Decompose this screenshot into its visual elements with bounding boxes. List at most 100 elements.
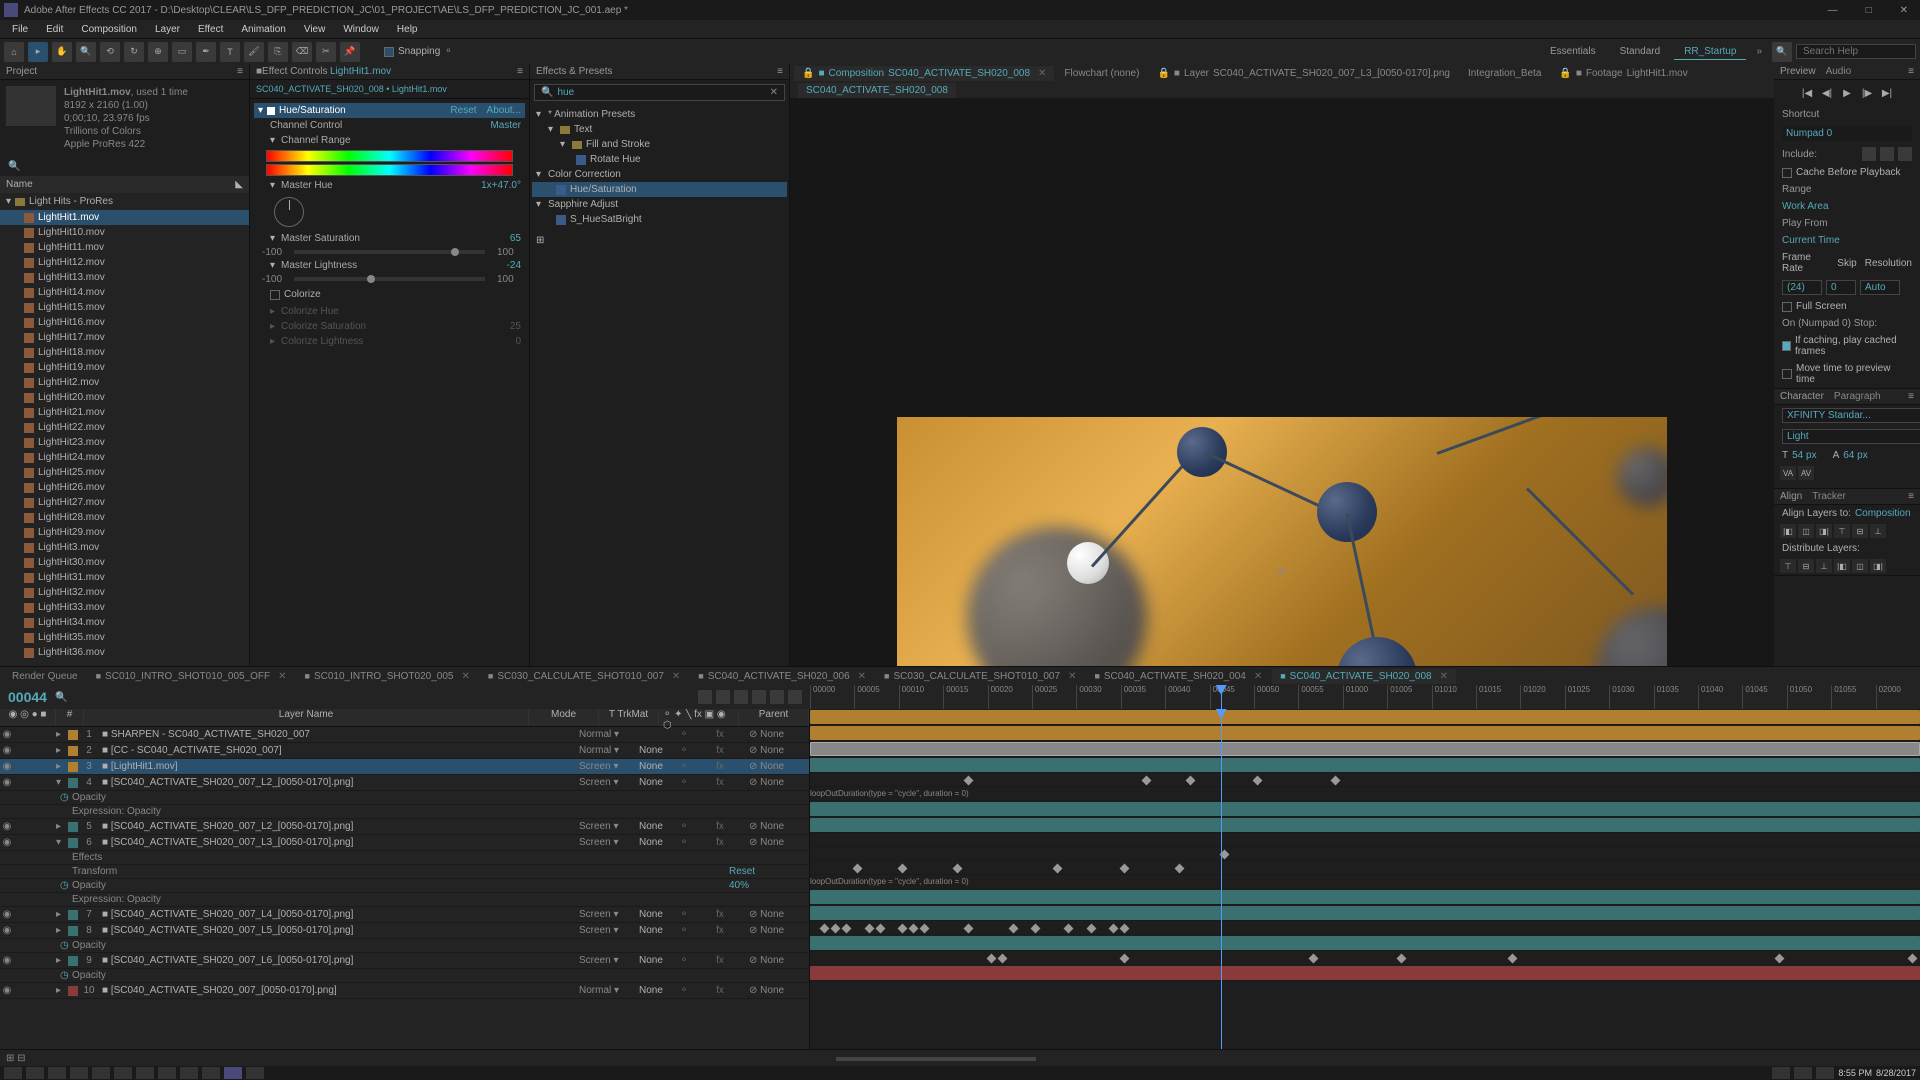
maximize-button[interactable]: □ <box>1858 5 1880 16</box>
blend-mode-dropdown[interactable]: Screen ▾ <box>579 761 639 772</box>
taskbar-time[interactable]: 8:55 PM <box>1838 1068 1872 1078</box>
include-video-icon[interactable] <box>1862 147 1876 161</box>
track[interactable] <box>810 847 1920 861</box>
close-tab-icon[interactable]: ✕ <box>858 671 866 682</box>
track[interactable]: loopOutDuration(type = "cycle", duration… <box>810 875 1920 889</box>
graph-editor-icon[interactable] <box>788 690 802 704</box>
hue-spectrum-bar-2[interactable] <box>266 164 513 176</box>
roto-tool-icon[interactable]: ✂ <box>316 42 336 62</box>
visibility-toggle[interactable]: ◉ <box>0 955 14 966</box>
menu-help[interactable]: Help <box>389 22 426 37</box>
close-tab-icon[interactable]: ✕ <box>672 671 680 682</box>
tracking-icon[interactable]: AV <box>1798 466 1814 480</box>
layer-bar[interactable] <box>810 758 1920 772</box>
taskbar-ae-icon[interactable] <box>224 1067 242 1079</box>
prop-value[interactable]: 40% <box>729 880 809 891</box>
layer-arrow-icon[interactable]: ▸ <box>56 821 66 832</box>
layer-switches[interactable]: ⚬fx <box>679 955 749 966</box>
track[interactable] <box>810 935 1920 951</box>
preview-title[interactable]: Preview <box>1780 66 1816 77</box>
visibility-toggle[interactable]: ◉ <box>0 821 14 832</box>
effect-reset[interactable]: Reset <box>450 105 476 116</box>
project-item[interactable]: LightHit16.mov <box>0 315 249 330</box>
clear-search-icon[interactable]: ✕ <box>770 87 778 98</box>
dist-hcenter-icon[interactable]: ◫ <box>1852 559 1868 573</box>
blend-mode-dropdown[interactable]: Normal ▾ <box>579 729 639 740</box>
kerning-icon[interactable]: VA <box>1780 466 1796 480</box>
project-item[interactable]: LightHit19.mov <box>0 360 249 375</box>
project-item[interactable]: LightHit12.mov <box>0 255 249 270</box>
rotation-tool-icon[interactable]: ↻ <box>124 42 144 62</box>
parent-dropdown[interactable]: ⊘ None <box>749 745 809 756</box>
parent-dropdown[interactable]: ⊘ None <box>749 729 809 740</box>
project-item[interactable]: LightHit20.mov <box>0 390 249 405</box>
layer-switches[interactable]: ⚬fx <box>679 777 749 788</box>
ep-folder-text[interactable]: ▾Text <box>532 122 787 137</box>
layer-name[interactable]: ■ [SC040_ACTIVATE_SH020_007_[0050-0170].… <box>98 985 579 996</box>
dist-vcenter-icon[interactable]: ⊟ <box>1798 559 1814 573</box>
layer-row[interactable]: ◉▸7■ [SC040_ACTIVATE_SH020_007_L4_[0050-… <box>0 907 809 923</box>
trkmat-dropdown[interactable]: None <box>639 777 679 788</box>
ep-item-s-huesat[interactable]: S_HueSatBright <box>532 212 787 227</box>
anchor-tool-icon[interactable]: ⊕ <box>148 42 168 62</box>
taskbar-app-2[interactable] <box>92 1067 110 1079</box>
layer-bar[interactable] <box>810 890 1920 904</box>
eraser-tool-icon[interactable]: ⌫ <box>292 42 312 62</box>
blend-mode-dropdown[interactable]: Screen ▾ <box>579 909 639 920</box>
blend-mode-dropdown[interactable]: Screen ▾ <box>579 955 639 966</box>
panel-menu-icon[interactable]: ≡ <box>1908 391 1914 402</box>
lightness-slider[interactable] <box>294 277 485 281</box>
close-tab-icon[interactable]: ✕ <box>461 671 469 682</box>
tl-tab-7[interactable]: ■ SC040_ACTIVATE_SH020_008✕ <box>1272 669 1456 684</box>
menu-layer[interactable]: Layer <box>147 22 188 37</box>
track[interactable] <box>810 861 1920 875</box>
search-help-input[interactable] <box>1796 44 1916 59</box>
dist-right-icon[interactable]: ◨| <box>1870 559 1886 573</box>
project-item[interactable]: LightHit25.mov <box>0 465 249 480</box>
clone-tool-icon[interactable]: ⎘ <box>268 42 288 62</box>
layer-row[interactable]: ◉▸2■ [CC - SC040_ACTIVATE_SH020_007]Norm… <box>0 743 809 759</box>
comp-tab-integration[interactable]: Integration_Beta <box>1460 66 1549 81</box>
project-item[interactable]: LightHit17.mov <box>0 330 249 345</box>
close-tab-icon[interactable]: ✕ <box>1254 671 1262 682</box>
channel-control-dropdown[interactable]: Master <box>490 120 521 131</box>
layer-name[interactable]: ■ [CC - SC040_ACTIVATE_SH020_007] <box>98 745 579 756</box>
parent-dropdown[interactable]: ⊘ None <box>749 821 809 832</box>
shortcut-dropdown[interactable]: Numpad 0 <box>1782 126 1912 141</box>
blend-mode-dropdown[interactable]: Screen ▾ <box>579 777 639 788</box>
hue-spectrum-bar[interactable] <box>266 150 513 162</box>
playhead-line[interactable] <box>1221 709 1222 1049</box>
menu-file[interactable]: File <box>4 22 36 37</box>
trkmat-dropdown[interactable]: None <box>639 985 679 996</box>
name-column-header[interactable]: Name <box>6 179 33 190</box>
column-indicator-icon[interactable]: ◣ <box>235 179 243 190</box>
layer-color-swatch[interactable] <box>68 822 78 832</box>
project-item[interactable]: LightHit13.mov <box>0 270 249 285</box>
project-item[interactable]: LightHit24.mov <box>0 450 249 465</box>
prop-arrow-icon[interactable]: ▾ <box>270 233 275 244</box>
project-item[interactable]: LightHit2.mov <box>0 375 249 390</box>
track[interactable] <box>810 757 1920 773</box>
parent-dropdown[interactable]: ⊘ None <box>749 837 809 848</box>
ep-item-rotate-hue[interactable]: Rotate Hue <box>532 152 787 167</box>
align-top-icon[interactable]: ⊤ <box>1834 524 1850 538</box>
menu-view[interactable]: View <box>296 22 334 37</box>
layer-row[interactable]: ◉▸1■ SHARPEN - SC040_ACTIVATE_SH020_007N… <box>0 727 809 743</box>
layer-arrow-icon[interactable]: ▸ <box>56 729 66 740</box>
close-tab-icon[interactable]: ✕ <box>1068 671 1076 682</box>
dist-left-icon[interactable]: |◧ <box>1834 559 1850 573</box>
layer-arrow-icon[interactable]: ▸ <box>56 925 66 936</box>
align-left-icon[interactable]: |◧ <box>1780 524 1796 538</box>
project-item[interactable]: LightHit30.mov <box>0 555 249 570</box>
layer-bar[interactable] <box>810 742 1920 756</box>
font-size-value[interactable]: 54 px <box>1792 450 1816 461</box>
comp-tab-layer[interactable]: 🔒■ Layer SC040_ACTIVATE_SH020_007_L3_[00… <box>1149 66 1458 81</box>
layer-arrow-icon[interactable]: ▸ <box>56 985 66 996</box>
trkmat-dropdown[interactable]: None <box>639 761 679 772</box>
project-item[interactable]: LightHit18.mov <box>0 345 249 360</box>
next-frame-icon[interactable]: |▶ <box>1860 86 1874 100</box>
layer-color-swatch[interactable] <box>68 926 78 936</box>
menu-window[interactable]: Window <box>335 22 387 37</box>
align-vcenter-icon[interactable]: ⊟ <box>1852 524 1868 538</box>
layer-switches[interactable]: ⚬fx <box>679 925 749 936</box>
